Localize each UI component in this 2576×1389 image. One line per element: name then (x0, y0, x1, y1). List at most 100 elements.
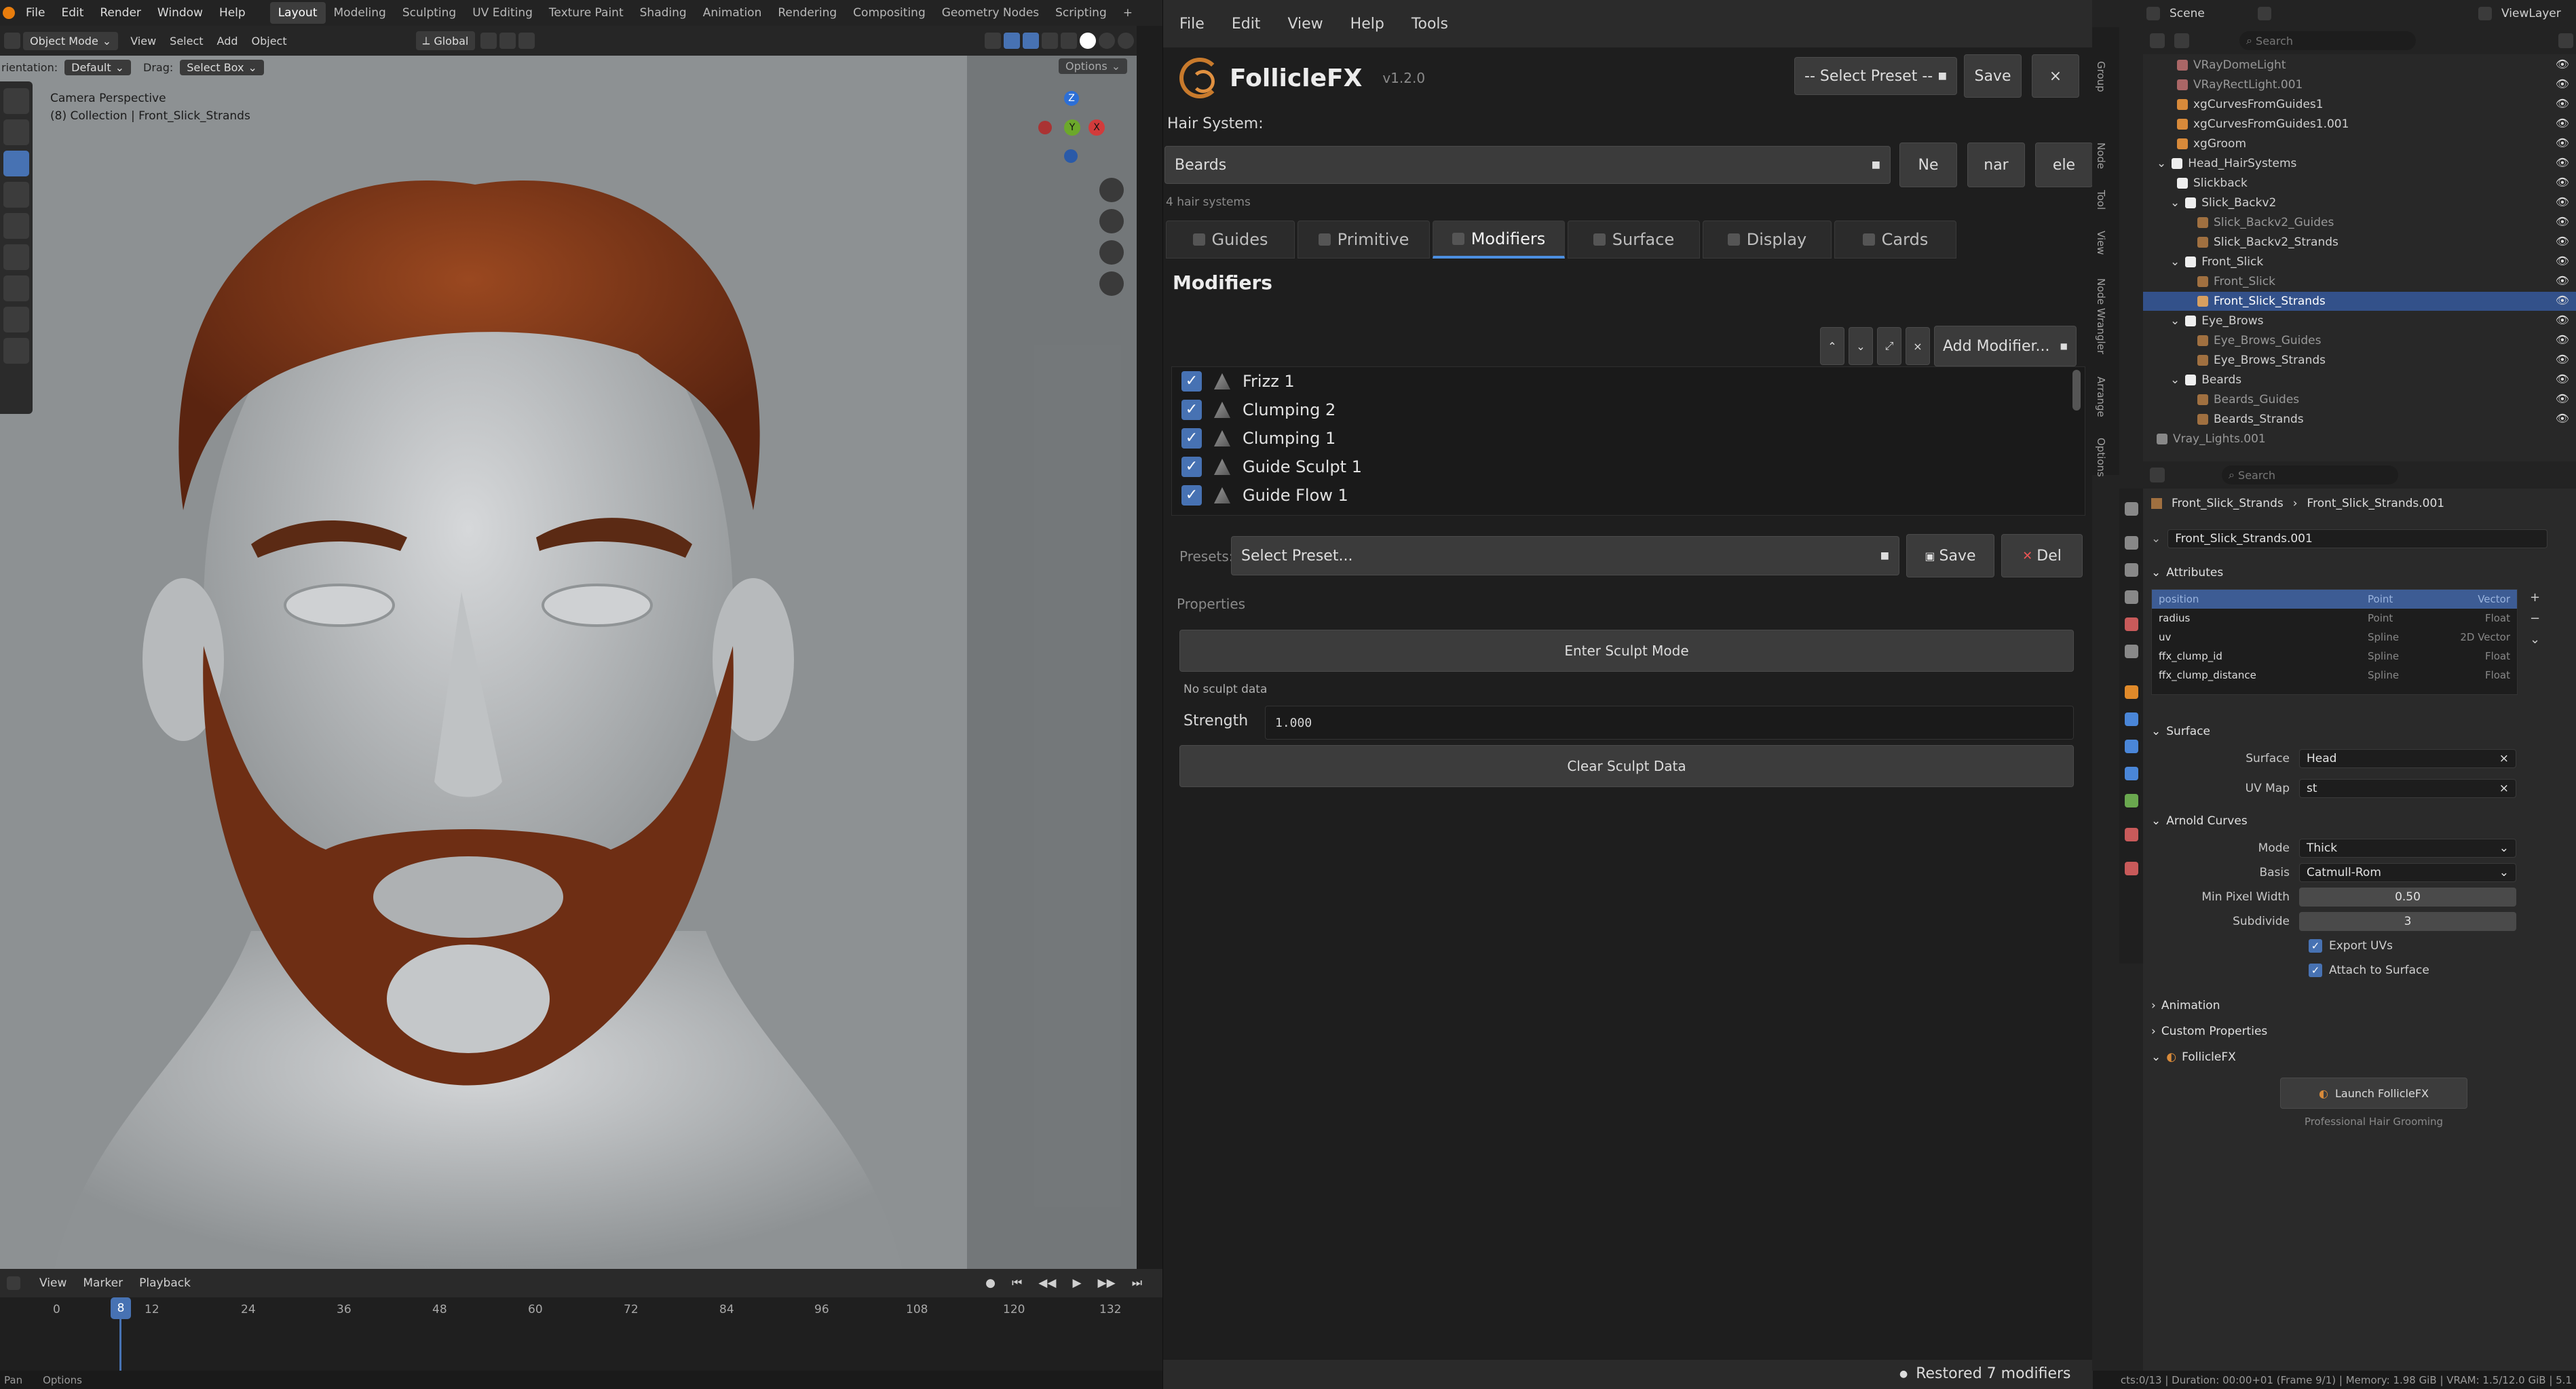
strength-input[interactable]: 1.000 (1265, 706, 2074, 740)
select-box-tool-icon[interactable] (3, 88, 29, 114)
basis-dropdown[interactable]: Catmull-Rom ⌄ (2299, 863, 2516, 882)
tab-cards[interactable]: Cards (1834, 221, 1956, 259)
transform-orientation-dropdown[interactable]: ⟂ Global (415, 31, 476, 50)
tree-item[interactable]: ⌄ Slick_Backv2 (2170, 193, 2276, 212)
preset-select-dropdown[interactable]: -- Select Preset -- ■ (1794, 57, 1957, 95)
eye-icon[interactable]: 👁 (2542, 251, 2569, 271)
eye-icon[interactable]: 👁 (2542, 94, 2569, 113)
outliner-editor-icon[interactable] (2150, 33, 2165, 48)
list-item[interactable]: ✓ Guide Flow 1 (1172, 481, 2085, 510)
object-tab-icon[interactable] (2125, 685, 2138, 699)
eye-icon[interactable]: 👁 (2542, 349, 2569, 369)
arnold-curves-panel-header[interactable]: ⌄ Arnold Curves (2151, 814, 2248, 828)
y-axis-icon[interactable]: Y (1064, 119, 1080, 136)
output-tab-icon[interactable] (2125, 563, 2138, 577)
list-scrollbar[interactable] (2072, 370, 2081, 411)
xray-icon[interactable] (1042, 33, 1058, 49)
tree-item[interactable]: ⌄ Front_Slick (2170, 252, 2263, 271)
add-workspace-icon[interactable]: + (1115, 2, 1141, 24)
timeline-playback-menu[interactable]: Playback (139, 1276, 191, 1290)
tree-item[interactable]: ⌄ Beards (2170, 370, 2241, 389)
x-axis-icon[interactable]: X (1088, 119, 1105, 136)
eye-icon[interactable]: 👁 (2542, 310, 2569, 330)
tree-item[interactable]: xgCurvesFromGuides1.001 (2177, 115, 2349, 134)
eye-icon[interactable]: 👁 (2542, 133, 2569, 153)
material-shading-icon[interactable] (1099, 33, 1115, 49)
tree-item[interactable]: Beards_Guides (2197, 390, 2299, 409)
workspace-animation[interactable]: Animation (695, 2, 770, 24)
tab-modifiers[interactable]: Modifiers (1433, 221, 1565, 259)
delete-hair-system-button[interactable]: ele (2035, 142, 2093, 187)
modifier-checkbox[interactable]: ✓ (1181, 400, 1202, 420)
scene-name[interactable]: Scene (2170, 7, 2251, 20)
outliner-search-input[interactable]: ⌕ Search (2239, 31, 2416, 50)
duplicate-icon[interactable]: ⤢ (1877, 327, 1901, 365)
world-tab-icon[interactable] (2125, 645, 2138, 658)
tab-arrange[interactable]: Arrange (2095, 377, 2107, 417)
view-layer-tab-icon[interactable] (2125, 590, 2138, 604)
physics-tab-icon[interactable] (2125, 740, 2138, 753)
neg-x-axis-icon[interactable] (1038, 121, 1052, 134)
scale-tool-icon[interactable] (3, 213, 29, 239)
menu-help[interactable]: Help (211, 6, 254, 20)
timeline-marker-menu[interactable]: Marker (83, 1276, 123, 1290)
attribute-row-selected[interactable]: position Point Vector (2152, 590, 2517, 609)
eye-icon[interactable]: 👁 (2542, 172, 2569, 192)
workspace-texture-paint[interactable]: Texture Paint (541, 2, 632, 24)
tree-item[interactable]: Beards_Strands (2197, 410, 2304, 429)
properties-editor-icon[interactable] (2150, 468, 2165, 482)
tool-tab-icon[interactable] (2125, 502, 2138, 516)
constraints-tab-icon[interactable] (2125, 767, 2138, 780)
tab-surface[interactable]: Surface (1568, 221, 1700, 259)
menu-add[interactable]: Add (210, 35, 245, 47)
remove-attribute-icon[interactable]: − (2530, 611, 2540, 626)
navigation-gizmo[interactable]: Z Y X (1038, 91, 1106, 166)
tab-primitive[interactable]: Primitive (1298, 221, 1430, 259)
playhead[interactable]: 8 (111, 1297, 131, 1319)
add-cube-tool-icon[interactable] (3, 338, 29, 364)
modifier-tab-icon[interactable] (2125, 712, 2138, 726)
eye-icon[interactable]: 👁 (2542, 271, 2569, 290)
measure-tool-icon[interactable] (3, 307, 29, 332)
pivot-icon[interactable] (480, 33, 497, 49)
tab-display[interactable]: Display (1703, 221, 1832, 259)
lock-icon[interactable] (1099, 271, 1124, 296)
eye-icon[interactable]: 👁 (2542, 408, 2569, 428)
eye-icon[interactable]: 👁 (2542, 212, 2569, 231)
attribute-row[interactable]: uv Spline 2D Vector (2152, 628, 2517, 647)
attributes-panel-header[interactable]: ⌄ Attributes (2151, 566, 2223, 579)
close-button[interactable]: × (2032, 54, 2079, 98)
visibility-icon[interactable] (985, 33, 1001, 49)
tab-node-wrangler[interactable]: Node Wrangler (2095, 278, 2107, 354)
jump-start-icon[interactable]: ⏮ (1012, 1276, 1022, 1290)
remove-modifier-icon[interactable]: × (1906, 327, 1930, 365)
play-icon[interactable]: ▶ (1072, 1276, 1081, 1290)
attach-to-surface-row[interactable]: ✓ Attach to Surface (2309, 964, 2429, 977)
properties-search-input[interactable]: ⌕ Search (2222, 465, 2398, 484)
tree-item[interactable]: Slickback (2177, 174, 2248, 193)
list-item[interactable]: ✓ Frizz 1 (1172, 367, 2085, 396)
eye-icon[interactable]: 👁 (2542, 54, 2569, 74)
workspace-geometry-nodes[interactable]: Geometry Nodes (934, 2, 1047, 24)
eye-icon[interactable]: 👁 (2542, 369, 2569, 389)
tree-item[interactable]: xgGroom (2177, 134, 2246, 153)
attribute-menu-icon[interactable]: ⌄ (2530, 632, 2540, 647)
attribute-row[interactable]: radius Point Float (2152, 609, 2517, 628)
overlay-icon[interactable] (1023, 33, 1039, 49)
tab-node[interactable]: Node (2095, 142, 2107, 169)
pin-icon[interactable] (2258, 7, 2271, 20)
hair-system-dropdown[interactable]: Beards ■ (1164, 146, 1891, 184)
modifier-checkbox[interactable]: ✓ (1181, 428, 1202, 449)
attribute-row[interactable]: ffx_clump_distance Spline Float (2152, 666, 2517, 685)
modifier-checkbox[interactable]: ✓ (1181, 485, 1202, 506)
menu-object[interactable]: Object (245, 35, 294, 47)
tree-item[interactable]: ⌄ Head_HairSystems (2157, 154, 2296, 173)
preset-save-button[interactable]: ▣ Save (1906, 534, 1994, 577)
ffx-menu-edit[interactable]: Edit (1232, 16, 1288, 33)
tree-item-selected[interactable]: Front_Slick_Strands (2143, 292, 2576, 311)
eye-icon[interactable]: 👁 (2542, 74, 2569, 94)
snap-icon[interactable] (499, 33, 516, 49)
timeline-editor-icon[interactable] (7, 1276, 20, 1290)
tree-item[interactable]: VRayDomeLight (2177, 56, 2286, 75)
tree-item[interactable]: Vray_Lights.001 (2157, 430, 2266, 449)
